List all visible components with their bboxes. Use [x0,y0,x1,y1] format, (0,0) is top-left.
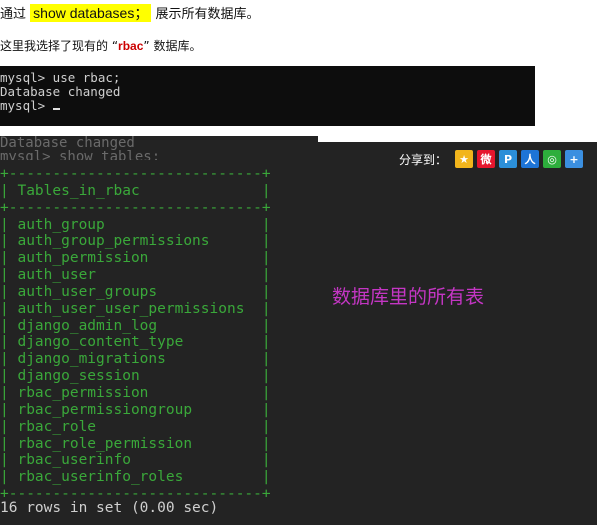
table-row: | django_content_type | [0,334,271,351]
intro-line-1: 通过 show databases； 展示所有数据库。 [0,2,260,24]
renren-icon[interactable]: 人 [521,150,539,168]
intro2-prefix: 这里我选择了现有的 “ [0,39,119,53]
pengyou-icon[interactable]: P [499,150,517,168]
terminal1-line-1: mysql> use rbac; [0,70,121,85]
share-label: 分享到： [398,152,447,167]
ghost-line-2: mysql> show tables; [0,149,161,160]
tables-output: +-----------------------------+ | Tables_… [0,166,271,503]
terminal1-output: mysql> use rbac; Database changed mysql> [0,71,120,113]
command-highlight: show databases； [30,4,152,22]
table-border-mid: +-----------------------------+ [0,199,271,216]
intro-suffix: 展示所有数据库。 [155,7,260,22]
table-border-top: +-----------------------------+ [0,166,271,182]
table-row: | rbac_permission | [0,384,271,401]
terminal-cursor [52,108,60,110]
terminal1-line-2: Database changed [0,84,121,99]
table-row: | auth_user | [0,267,271,284]
plus-icon[interactable]: + [565,150,583,168]
terminal-show-tables: Database changed mysql> show tables; 分享到… [0,136,597,525]
table-header: | Tables_in_rbac | [0,182,271,199]
table-row: | django_migrations | [0,351,271,368]
qzone-icon[interactable]: ★ [455,150,473,168]
table-row: | rbac_permissiongroup | [0,401,271,418]
query-result-line: 16 rows in set (0.00 sec) [0,500,218,516]
terminal2-cropped-lines: Database changed mysql> show tables; [0,136,318,160]
tables-ascii-table: +-----------------------------+ | Tables_… [0,166,271,503]
table-row: | rbac_role | [0,418,271,435]
result-text: 16 rows in set (0.00 sec) [0,500,219,516]
share-bar: 分享到： ★ 微 P 人 ◎ + [399,150,583,168]
terminal1-line-3: mysql> [0,98,53,113]
wechat-icon[interactable]: ◎ [543,150,561,168]
database-name: rbac [118,39,144,53]
table-row: | auth_group | [0,216,271,233]
intro-line-2: 这里我选择了现有的 “rbac” 数据库。 [0,35,201,57]
table-row: | auth_user_user_permissions | [0,300,271,317]
table-row: | django_session | [0,368,271,385]
table-row: | rbac_role_permission | [0,435,271,452]
intro2-suffix: ” 数据库。 [143,39,202,53]
weibo-icon[interactable]: 微 [477,150,495,168]
table-row: | rbac_userinfo | [0,452,271,469]
table-row: | auth_permission | [0,250,271,267]
terminal-use-db: mysql> use rbac; Database changed mysql> [0,66,535,126]
table-row: | auth_user_groups | [0,283,271,300]
table-row: | auth_group_permissions | [0,233,271,250]
table-row: | django_admin_log | [0,317,271,334]
intro-prefix: 通过 [0,7,27,22]
table-row: | rbac_userinfo_roles | [0,469,271,486]
tables-caption: 数据库里的所有表 [332,286,485,308]
